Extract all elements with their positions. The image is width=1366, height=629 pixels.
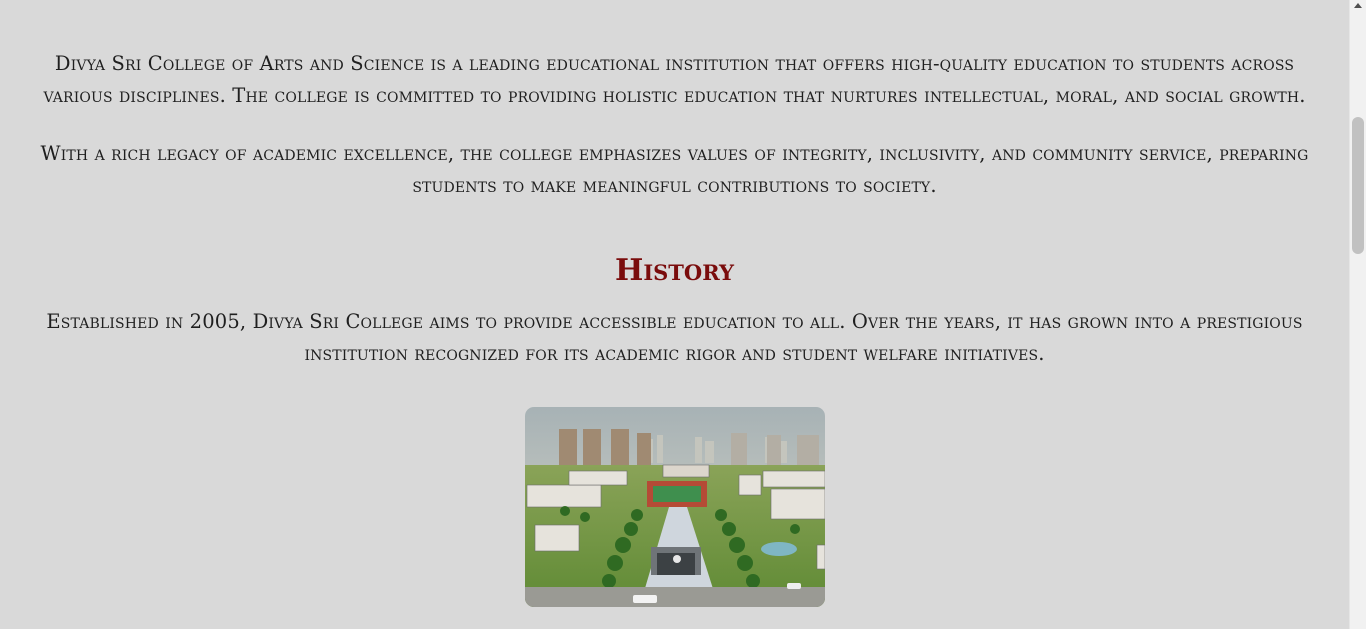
campus-aerial-image bbox=[525, 407, 825, 607]
history-text: Established in 2005, Divya Sri College a… bbox=[46, 310, 1303, 365]
main-content: Divya Sri College of Arts and Science is… bbox=[0, 0, 1349, 629]
scrollbar-thumb[interactable] bbox=[1352, 117, 1364, 254]
about-intro-text: Divya Sri College of Arts and Science is… bbox=[43, 52, 1306, 107]
vertical-scrollbar[interactable] bbox=[1349, 0, 1366, 629]
scroll-up-arrow-icon[interactable] bbox=[1354, 3, 1362, 8]
about-legacy-text: With a rich legacy of academic excellenc… bbox=[40, 142, 1309, 197]
history-heading: History bbox=[614, 253, 735, 288]
